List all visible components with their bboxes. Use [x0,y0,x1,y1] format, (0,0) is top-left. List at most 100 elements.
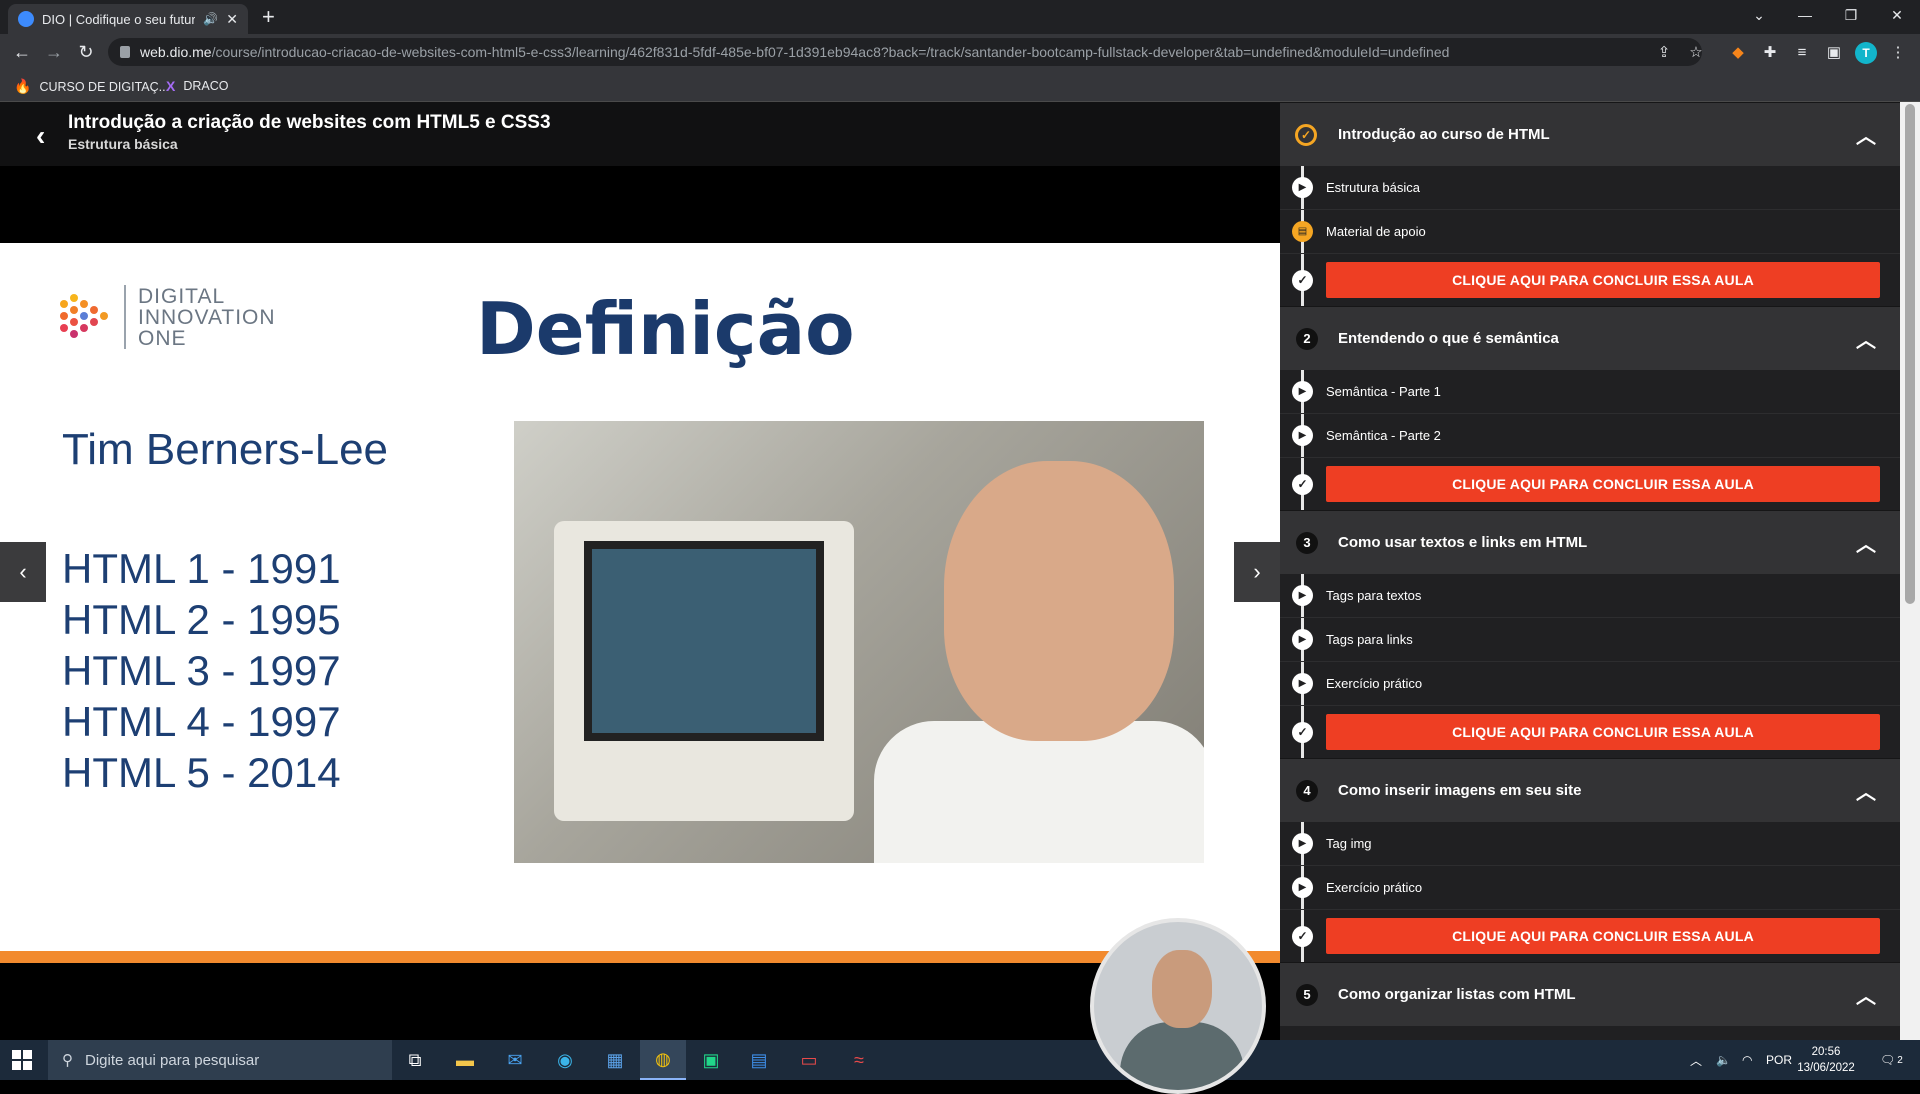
windows-taskbar: ⚲ Digite aqui para pesquisar ⧉ ▬ ✉ ◉ ▦ ◍… [0,1040,1920,1080]
search-icon: ⚲ [62,1052,73,1069]
lesson-item[interactable]: ▶ Semântica - Parte 1 [1280,370,1900,414]
lesson-item[interactable]: ▶ Exercício prático [1280,662,1900,706]
finish-lesson-button[interactable]: CLIQUE AQUI PARA CONCLUIR ESSA AULA [1326,262,1880,298]
notification-count: 2 [1897,1054,1903,1066]
lesson-item[interactable]: ▶ Semântica - Parte 2 [1280,414,1900,458]
chevron-up-icon[interactable]: ︿ [1856,120,1876,149]
x-logo-icon: X [166,78,176,94]
new-tab-button[interactable]: + [262,6,275,28]
browser-tab[interactable]: DIO | Codifique o seu futuro 🔊 ✕ [8,4,248,34]
bookmark-star-icon[interactable]: ☆ [1686,42,1706,62]
version-item: HTML 2 - 1995 [62,596,341,643]
menu-icon[interactable]: ⋮ [1888,42,1908,62]
previous-lesson-button[interactable]: ‹ [0,542,46,602]
lesson-item[interactable]: ▤ Material de apoio [1280,210,1900,254]
restore-button[interactable]: ❐ [1828,0,1874,30]
side-panel-icon[interactable]: ▣ [1824,42,1844,62]
bookmark-item[interactable]: 🔥 CURSO DE DIGITAÇ... [14,78,169,95]
language-indicator[interactable]: POR [1766,1040,1792,1080]
lesson-item[interactable]: ▶ Tags para textos [1280,574,1900,618]
speaker-icon[interactable]: 🔊 [203,12,218,26]
lesson-item[interactable]: ▶ Estrutura básica [1280,166,1900,210]
profile-avatar[interactable]: T [1855,42,1877,64]
lesson-list: ▶ Tags para textos ▶ Tags para links ▶ E… [1280,574,1900,758]
close-window-button[interactable]: ✕ [1874,0,1920,30]
lesson-item[interactable]: ▶ Tags para links [1280,618,1900,662]
lesson-label: Exercício prático [1326,676,1423,691]
finish-lesson-button[interactable]: CLIQUE AQUI PARA CONCLUIR ESSA AULA [1326,714,1880,750]
tab-search-icon[interactable]: ⌄ [1736,0,1782,30]
logo-line: DIGITAL [138,284,226,308]
bookmark-label: CURSO DE DIGITAÇ... [39,79,170,94]
lesson-label: Tags para textos [1326,588,1422,603]
mail-icon[interactable]: ✉ [492,1040,538,1080]
document-icon: ▤ [1292,221,1313,242]
video-slide[interactable]: DIGITAL INNOVATION ONE Definição Tim Ber… [0,243,1280,963]
browser-toolbar: ← → ↻ web.dio.me/course/introducao-criac… [0,34,1920,70]
back-chevron-icon[interactable]: ‹ [36,120,45,152]
version-item: HTML 5 - 2014 [62,749,341,796]
play-icon: ▶ [1292,877,1313,898]
chevron-up-icon[interactable]: ︿ [1856,980,1876,1009]
share-icon[interactable]: ⇪ [1654,42,1674,62]
sidebar-scrollbar[interactable] [1900,102,1920,1040]
app-window-icon[interactable]: ▭ [786,1040,832,1080]
chrome-icon[interactable]: ◍ [640,1040,686,1080]
scrollbar-thumb[interactable] [1905,104,1915,604]
windows-start-icon[interactable] [12,1050,32,1070]
module-number: 2 [1296,327,1318,350]
module-header[interactable]: 5 Como organizar listas com HTML ︿ [1280,962,1900,1026]
minimize-button[interactable]: — [1782,0,1828,30]
taskbar-search[interactable]: ⚲ Digite aqui para pesquisar [48,1040,392,1080]
module-header[interactable]: 3 Como usar textos e links em HTML ︿ [1280,510,1900,574]
calculator-icon[interactable]: ▦ [592,1040,638,1080]
store-icon[interactable]: ▤ [736,1040,782,1080]
task-view-icon[interactable]: ⧉ [392,1040,438,1080]
course-sidebar: ✓ Introdução ao curso de HTML ︿ ▶ Estrut… [1280,102,1900,1040]
notifications-icon[interactable]: 🗨 2 [1880,1040,1903,1080]
url-host: web.dio.me [140,44,212,60]
bookmark-label: DRACO [183,79,229,93]
bookmark-item[interactable]: X DRACO [166,78,229,94]
instructor-webcam [1090,918,1266,1094]
module-section: 4 Como inserir imagens em seu site ︿ ▶ T… [1280,758,1900,962]
volume-icon[interactable]: 🔈 [1716,1040,1731,1080]
chevron-up-icon[interactable]: ︿ [1856,776,1876,805]
next-lesson-button[interactable]: › [1234,542,1280,602]
module-title: Como inserir imagens em seu site [1338,782,1582,799]
search-placeholder: Digite aqui para pesquisar [85,1051,260,1069]
extensions-icon[interactable]: ✚ [1760,42,1780,62]
show-hidden-icons[interactable]: ︿ [1690,1040,1702,1080]
media-control-icon[interactable]: ≡ [1792,42,1812,62]
file-explorer-icon[interactable]: ▬ [442,1040,488,1080]
version-item: HTML 3 - 1997 [62,647,341,694]
url-path: /course/introducao-criacao-de-websites-c… [211,44,1450,60]
finish-lesson-button[interactable]: CLIQUE AQUI PARA CONCLUIR ESSA AULA [1326,918,1880,954]
lesson-item[interactable]: ▶ Tag img [1280,822,1900,866]
module-header[interactable]: 4 Como inserir imagens em seu site ︿ [1280,758,1900,822]
reload-icon[interactable]: ↻ [74,40,98,64]
chevron-up-icon[interactable]: ︿ [1856,528,1876,557]
module-title: Como organizar listas com HTML [1338,986,1576,1003]
app-logo-icon[interactable]: ≈ [836,1040,882,1080]
edge-icon[interactable]: ◉ [542,1040,588,1080]
pycharm-icon[interactable]: ▣ [688,1040,734,1080]
lock-icon [120,46,130,58]
module-header[interactable]: ✓ Introdução ao curso de HTML ︿ [1280,102,1900,166]
module-header[interactable]: 2 Entendendo o que é semântica ︿ [1280,306,1900,370]
finish-lesson-button[interactable]: CLIQUE AQUI PARA CONCLUIR ESSA AULA [1326,466,1880,502]
lesson-item[interactable]: ▶ Exercício prático [1280,866,1900,910]
taskbar-clock[interactable]: 20:56 13/06/2022 [1790,1044,1862,1076]
lesson-list: ▶ Semântica - Parte 1 ▶ Semântica - Part… [1280,370,1900,510]
lesson-list: ▶ Estrutura básica ▤ Material de apoio ✓… [1280,166,1900,306]
address-bar[interactable]: web.dio.me/course/introducao-criacao-de-… [108,38,1702,66]
slide-heading: Definição [476,287,855,371]
dio-wordmark: DIGITAL INNOVATION ONE [138,286,276,349]
metamask-icon[interactable]: ◆ [1728,42,1748,62]
back-icon[interactable]: ← [10,40,34,64]
logo-divider [124,285,126,349]
wifi-icon[interactable]: ◠ [1742,1040,1752,1080]
chevron-up-icon[interactable]: ︿ [1856,324,1876,353]
forward-icon[interactable]: → [42,40,66,64]
close-tab-icon[interactable]: ✕ [226,11,238,28]
